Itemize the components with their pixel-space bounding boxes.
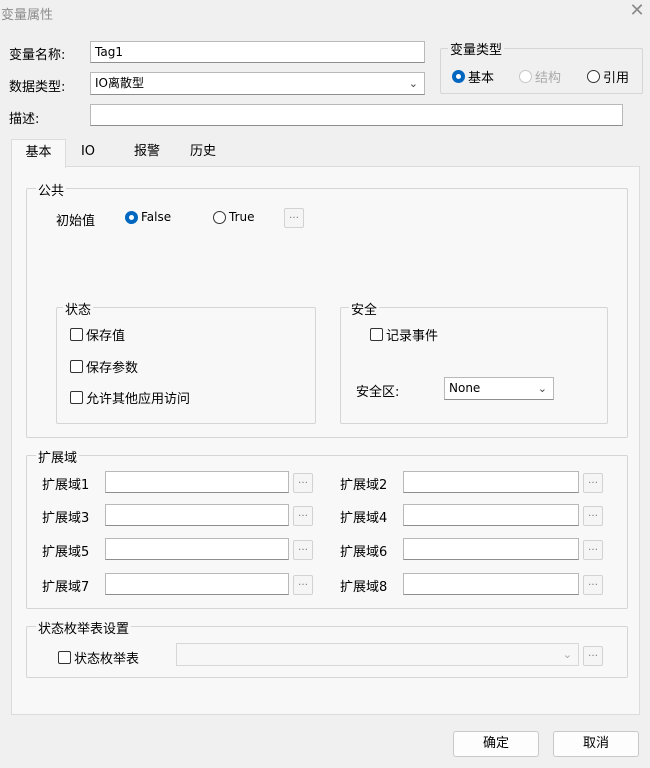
ext-field-8-more-button[interactable]: … xyxy=(583,575,603,595)
radio-false-label: False xyxy=(141,210,172,224)
ext-field-7-label: 扩展域7 xyxy=(42,580,90,595)
initial-value-label: 初始值 xyxy=(56,214,96,229)
security-zone-value: None xyxy=(449,381,481,395)
ext-field-1-label: 扩展域1 xyxy=(42,478,90,493)
cancel-button[interactable]: 取消 xyxy=(553,731,639,757)
ext-field-4-more-button[interactable]: … xyxy=(583,506,603,526)
radio-false-indicator xyxy=(125,210,138,224)
ext-field-7-more-button[interactable]: … xyxy=(293,575,313,595)
enum-table-select: ⌄ xyxy=(176,643,579,666)
check-save-value-box xyxy=(70,328,83,341)
data-type-select[interactable]: IO离散型 ⌄ xyxy=(90,72,425,95)
check-save-value-label: 保存值 xyxy=(86,329,126,344)
radio-false[interactable]: False xyxy=(125,210,171,224)
tab-history[interactable]: 历史 xyxy=(181,139,225,167)
description-field[interactable] xyxy=(90,104,623,126)
description-label: 描述: xyxy=(9,112,40,127)
check-enum-table[interactable]: 状态枚举表 xyxy=(58,648,139,667)
check-save-value[interactable]: 保存值 xyxy=(70,325,125,344)
check-save-params-box xyxy=(70,360,83,373)
chevron-down-icon: ⌄ xyxy=(537,382,547,395)
ext-field-5-label: 扩展域5 xyxy=(42,545,90,560)
close-icon[interactable]: ✕ xyxy=(626,0,648,22)
check-allow-access-box xyxy=(70,391,83,404)
check-save-params-label: 保存参数 xyxy=(86,361,139,376)
tab-io[interactable]: IO xyxy=(70,139,106,167)
check-record-event-label: 记录事件 xyxy=(386,329,439,344)
radio-basic-indicator xyxy=(452,70,465,83)
check-allow-access-label: 允许其他应用访问 xyxy=(86,392,191,407)
data-type-value: IO离散型 xyxy=(95,76,144,90)
ext-field-1-more-button[interactable]: … xyxy=(293,473,313,493)
extension-title: 扩展域 xyxy=(36,447,80,466)
window-title: 变量属性 xyxy=(1,8,54,23)
ext-field-1-input[interactable] xyxy=(105,471,289,493)
public-title: 公共 xyxy=(36,180,67,199)
ext-field-6-input[interactable] xyxy=(403,538,579,560)
check-save-params[interactable]: 保存参数 xyxy=(70,357,138,376)
radio-true-indicator xyxy=(213,210,226,224)
data-type-label: 数据类型: xyxy=(9,80,66,95)
enum-title: 状态枚举表设置 xyxy=(36,618,132,637)
ext-field-6-label: 扩展域6 xyxy=(340,545,388,560)
tab-alarm[interactable]: 报警 xyxy=(125,139,169,167)
radio-reference-indicator xyxy=(587,70,600,83)
ext-field-3-input[interactable] xyxy=(105,504,289,526)
radio-true[interactable]: True xyxy=(213,210,255,224)
security-title: 安全 xyxy=(349,299,380,318)
ext-field-8-label: 扩展域8 xyxy=(340,580,388,595)
ext-field-5-input[interactable] xyxy=(105,538,289,560)
ext-field-7-input[interactable] xyxy=(105,573,289,595)
ext-field-2-label: 扩展域2 xyxy=(340,478,388,493)
ext-field-3-more-button[interactable]: … xyxy=(293,506,313,526)
security-zone-select[interactable]: None ⌄ xyxy=(444,377,554,400)
ext-field-3-label: 扩展域3 xyxy=(42,511,90,526)
radio-basic[interactable]: 基本 xyxy=(452,67,494,86)
check-record-event-box xyxy=(370,328,383,341)
chevron-down-icon: ⌄ xyxy=(562,648,572,661)
radio-reference-label: 引用 xyxy=(603,71,630,86)
ok-button[interactable]: 确定 xyxy=(453,731,539,757)
radio-true-label: True xyxy=(229,210,255,224)
check-record-event[interactable]: 记录事件 xyxy=(370,325,438,344)
radio-struct-label: 结构 xyxy=(535,71,562,86)
status-title: 状态 xyxy=(63,299,94,318)
ext-field-4-label: 扩展域4 xyxy=(340,511,388,526)
radio-struct-indicator xyxy=(519,70,532,83)
tab-basic[interactable]: 基本 xyxy=(11,139,66,168)
variable-name-label: 变量名称: xyxy=(9,48,66,63)
check-allow-access[interactable]: 允许其他应用访问 xyxy=(70,388,190,407)
ext-field-8-input[interactable] xyxy=(403,573,579,595)
variable-name-field[interactable]: Tag1 xyxy=(90,41,425,63)
check-enum-table-box xyxy=(58,651,71,664)
radio-reference[interactable]: 引用 xyxy=(587,67,629,86)
ext-field-5-more-button[interactable]: … xyxy=(293,540,313,560)
ext-field-2-more-button[interactable]: … xyxy=(583,473,603,493)
chevron-down-icon: ⌄ xyxy=(408,77,418,90)
radio-struct: 结构 xyxy=(519,67,561,86)
initial-value-more-button[interactable]: … xyxy=(284,208,304,228)
radio-basic-label: 基本 xyxy=(468,71,495,86)
enum-table-more-button: … xyxy=(583,646,603,666)
ext-field-2-input[interactable] xyxy=(403,471,579,493)
variable-type-title: 变量类型 xyxy=(448,39,505,58)
ext-field-4-input[interactable] xyxy=(403,504,579,526)
security-zone-label: 安全区: xyxy=(356,385,400,400)
ext-field-6-more-button[interactable]: … xyxy=(583,540,603,560)
check-enum-table-label: 状态枚举表 xyxy=(74,652,140,667)
